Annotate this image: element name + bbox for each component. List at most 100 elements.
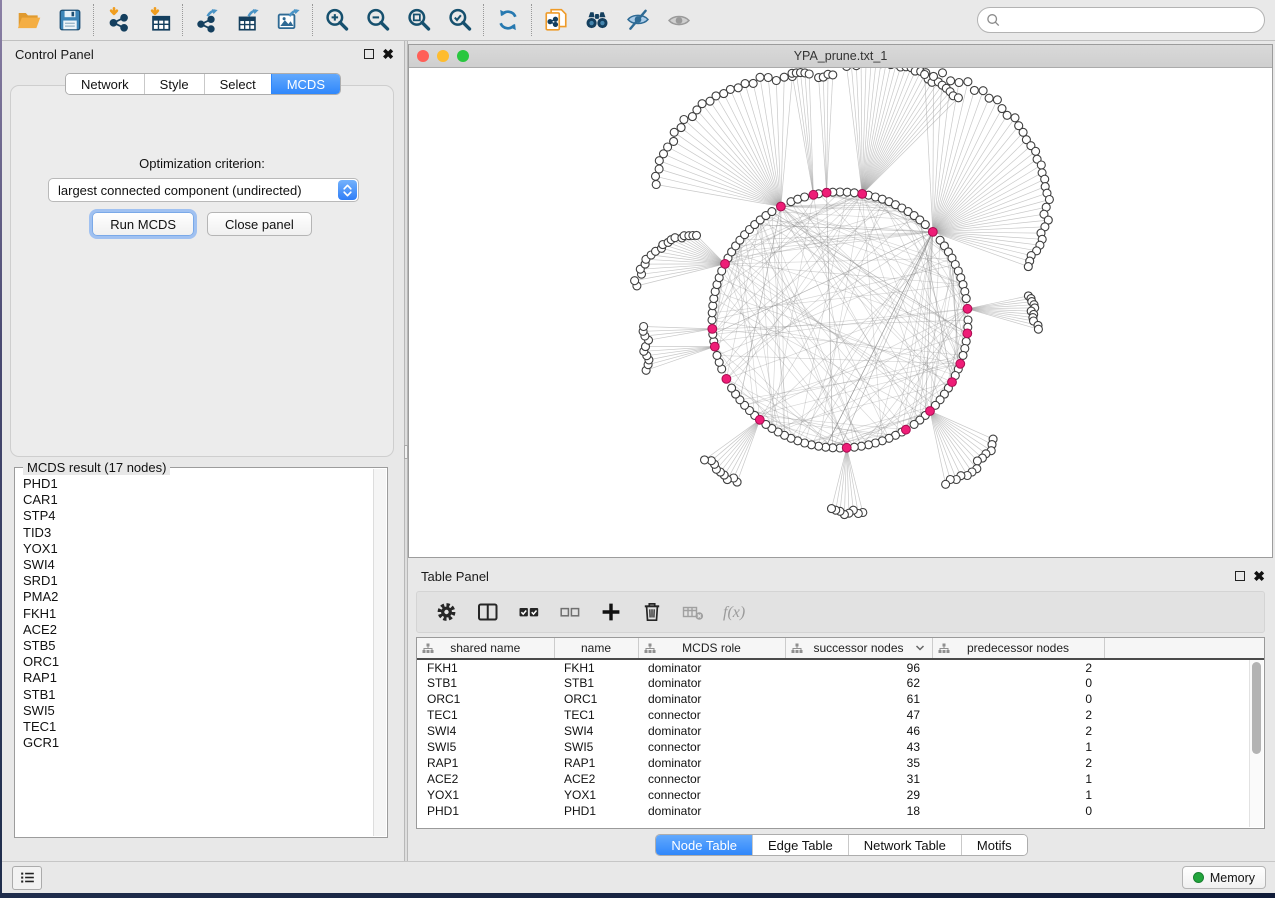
- table-cell[interactable]: FKH1: [417, 659, 554, 675]
- table-cell[interactable]: dominator: [638, 691, 785, 707]
- tab-edge-table[interactable]: Edge Table: [752, 835, 848, 855]
- tab-style[interactable]: Style: [144, 74, 204, 94]
- table-cell[interactable]: connector: [638, 739, 785, 755]
- table-row[interactable]: ACE2ACE2connector311: [417, 771, 1264, 787]
- tab-node-table[interactable]: Node Table: [656, 835, 752, 855]
- table-cell[interactable]: 46: [785, 723, 932, 739]
- table-row[interactable]: STB1STB1dominator620: [417, 675, 1264, 691]
- table-cell[interactable]: YOX1: [554, 787, 638, 803]
- table-cell[interactable]: ORC1: [417, 691, 554, 707]
- search-input[interactable]: [1001, 10, 1264, 30]
- table-cell[interactable]: 96: [785, 659, 932, 675]
- table-cell[interactable]: 62: [785, 675, 932, 691]
- zoom-out-button[interactable]: [357, 3, 398, 37]
- table-options-gear-button[interactable]: [429, 595, 465, 629]
- close-panel-icon[interactable]: ✖: [382, 49, 394, 59]
- select-all-rows-button[interactable]: [511, 595, 547, 629]
- import-network-button[interactable]: [97, 3, 138, 37]
- tab-mcds[interactable]: MCDS: [271, 74, 340, 94]
- column-header-shared-name[interactable]: shared name: [417, 638, 554, 659]
- table-cell[interactable]: 29: [785, 787, 932, 803]
- table-cell[interactable]: dominator: [638, 755, 785, 771]
- table-cell[interactable]: 0: [932, 691, 1104, 707]
- window-minimize-traffic-light[interactable]: [437, 50, 449, 62]
- clone-network-button[interactable]: [535, 3, 576, 37]
- zoom-selected-button[interactable]: [439, 3, 480, 37]
- table-cell[interactable]: PHD1: [417, 803, 554, 819]
- table-cell[interactable]: 61: [785, 691, 932, 707]
- table-cell[interactable]: SWI4: [417, 723, 554, 739]
- table-cell[interactable]: 31: [785, 771, 932, 787]
- first-neighbors-button[interactable]: [576, 3, 617, 37]
- column-header-successor-nodes[interactable]: successor nodes: [785, 638, 932, 659]
- mcds-result-item[interactable]: TEC1: [23, 719, 373, 735]
- mcds-result-item[interactable]: PHD1: [23, 476, 373, 492]
- table-cell[interactable]: connector: [638, 787, 785, 803]
- table-cell[interactable]: 1: [932, 739, 1104, 755]
- table-cell[interactable]: 1: [932, 771, 1104, 787]
- table-cell[interactable]: ACE2: [417, 771, 554, 787]
- table-row[interactable]: ORC1ORC1dominator610: [417, 691, 1264, 707]
- mcds-result-item[interactable]: PMA2: [23, 589, 373, 605]
- table-cell[interactable]: RAP1: [554, 755, 638, 771]
- mcds-result-item[interactable]: SRD1: [23, 573, 373, 589]
- split-panel-button[interactable]: [470, 595, 506, 629]
- float-table-panel-icon[interactable]: [1235, 571, 1245, 581]
- mcds-result-item[interactable]: TID3: [23, 525, 373, 541]
- mcds-result-item[interactable]: FKH1: [23, 606, 373, 622]
- mcds-result-item[interactable]: STP4: [23, 508, 373, 524]
- table-cell[interactable]: ORC1: [554, 691, 638, 707]
- table-row[interactable]: SWI4SWI4dominator462: [417, 723, 1264, 739]
- mcds-result-item[interactable]: ACE2: [23, 622, 373, 638]
- network-canvas[interactable]: [409, 68, 1272, 557]
- tab-network[interactable]: Network: [66, 74, 144, 94]
- table-cell[interactable]: connector: [638, 771, 785, 787]
- table-cell[interactable]: PHD1: [554, 803, 638, 819]
- table-scrollbar[interactable]: [1249, 660, 1263, 827]
- table-cell[interactable]: YOX1: [417, 787, 554, 803]
- table-cell[interactable]: STB1: [554, 675, 638, 691]
- mcds-result-item[interactable]: STB5: [23, 638, 373, 654]
- mcds-result-item[interactable]: CAR1: [23, 492, 373, 508]
- memory-button[interactable]: Memory: [1182, 866, 1266, 889]
- hide-selected-button[interactable]: [617, 3, 658, 37]
- table-cell[interactable]: 2: [932, 659, 1104, 675]
- criterion-dropdown[interactable]: largest connected component (undirected): [48, 178, 359, 202]
- table-row[interactable]: RAP1RAP1dominator352: [417, 755, 1264, 771]
- export-network-button[interactable]: [186, 3, 227, 37]
- table-cell[interactable]: TEC1: [554, 707, 638, 723]
- mcds-result-item[interactable]: RAP1: [23, 670, 373, 686]
- table-cell[interactable]: 2: [932, 723, 1104, 739]
- tab-network-table[interactable]: Network Table: [848, 835, 961, 855]
- tab-select[interactable]: Select: [204, 74, 271, 94]
- run-mcds-button[interactable]: Run MCDS: [92, 212, 194, 236]
- table-cell[interactable]: 43: [785, 739, 932, 755]
- mcds-result-item[interactable]: ORC1: [23, 654, 373, 670]
- table-cell[interactable]: 47: [785, 707, 932, 723]
- open-session-button[interactable]: [8, 3, 49, 37]
- float-panel-icon[interactable]: [364, 49, 374, 59]
- table-row[interactable]: YOX1YOX1connector291: [417, 787, 1264, 803]
- mcds-result-item[interactable]: GCR1: [23, 735, 373, 751]
- mcds-list-scrollbar[interactable]: [373, 469, 386, 836]
- table-row[interactable]: PHD1PHD1dominator180: [417, 803, 1264, 819]
- table-cell[interactable]: FKH1: [554, 659, 638, 675]
- table-cell[interactable]: 1: [932, 787, 1104, 803]
- window-zoom-traffic-light[interactable]: [457, 50, 469, 62]
- table-cell[interactable]: 18: [785, 803, 932, 819]
- table-scrollbar-thumb[interactable]: [1252, 662, 1261, 754]
- table-row[interactable]: TEC1TEC1connector472: [417, 707, 1264, 723]
- save-session-button[interactable]: [49, 3, 90, 37]
- window-close-traffic-light[interactable]: [417, 50, 429, 62]
- mcds-result-item[interactable]: SWI4: [23, 557, 373, 573]
- table-cell[interactable]: TEC1: [417, 707, 554, 723]
- table-row[interactable]: FKH1FKH1dominator962: [417, 659, 1264, 675]
- table-cell[interactable]: ACE2: [554, 771, 638, 787]
- tab-motifs[interactable]: Motifs: [961, 835, 1027, 855]
- table-cell[interactable]: SWI5: [554, 739, 638, 755]
- table-cell[interactable]: SWI4: [554, 723, 638, 739]
- table-row[interactable]: SWI5SWI5connector431: [417, 739, 1264, 755]
- table-cell[interactable]: 35: [785, 755, 932, 771]
- zoom-in-button[interactable]: [316, 3, 357, 37]
- table-cell[interactable]: dominator: [638, 659, 785, 675]
